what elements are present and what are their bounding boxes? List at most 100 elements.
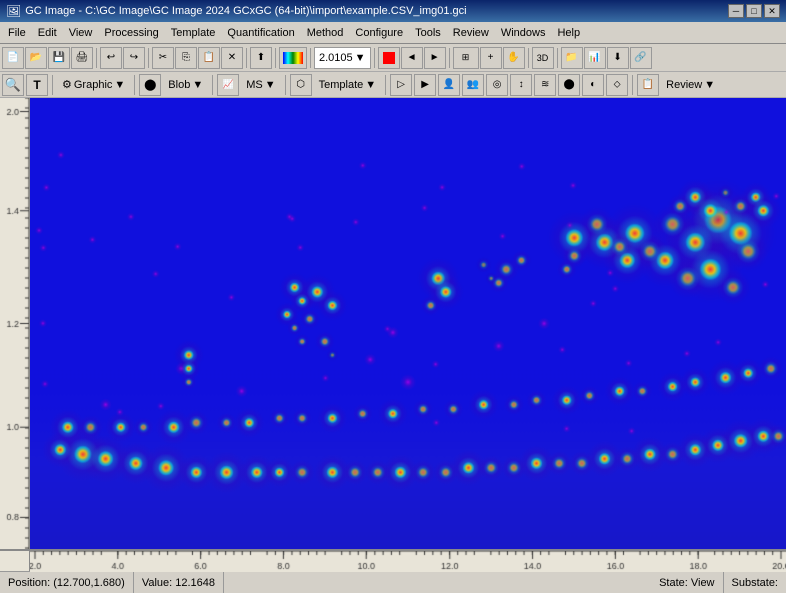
blob-chevron: ▼ xyxy=(192,79,203,91)
delete-button[interactable]: ✕ xyxy=(221,47,243,69)
3d-btn[interactable]: 3D xyxy=(532,47,554,69)
zoom-in-btn[interactable]: + xyxy=(480,47,502,69)
toolbar1: 📄 📂 💾 🖨 ↩ ↪ ✂ ⎘ 📋 ✕ ⬆ 2.0105 ▼ ◄ ► ⊞ + ✋… xyxy=(0,44,786,72)
open-button[interactable]: 📂 xyxy=(25,47,47,69)
action1-btn[interactable]: ▷ xyxy=(390,74,412,96)
menu-file[interactable]: File xyxy=(2,25,32,41)
x-ruler-row xyxy=(0,549,786,571)
ms-label: MS xyxy=(246,79,263,91)
menu-configure[interactable]: Configure xyxy=(349,25,409,41)
state-label: State: View xyxy=(659,577,714,589)
app-icon: 🖼 xyxy=(6,4,21,18)
menu-method[interactable]: Method xyxy=(301,25,350,41)
action3-btn[interactable]: 👤 xyxy=(438,74,460,96)
gc-image-canvas[interactable] xyxy=(30,98,786,549)
blob-icon-btn[interactable]: ⬤ xyxy=(139,74,161,96)
menu-processing[interactable]: Processing xyxy=(98,25,164,41)
template-group-btn[interactable]: Template ▼ xyxy=(314,74,382,96)
red-square-btn[interactable] xyxy=(378,47,400,69)
arrow-left-btn[interactable]: ◄ xyxy=(401,47,423,69)
template-label: Template xyxy=(319,79,364,91)
title-bar: 🖼 GC Image - C:\GC Image\GC Image 2024 G… xyxy=(0,0,786,22)
graphic-chevron: ▼ xyxy=(114,79,125,91)
position-label: Position: (12.700,1.680) xyxy=(8,577,125,589)
action5-btn[interactable]: ◎ xyxy=(486,74,508,96)
folder2-btn[interactable]: 📁 xyxy=(561,47,583,69)
menu-tools[interactable]: Tools xyxy=(409,25,447,41)
ms-group-btn[interactable]: MS ▼ xyxy=(241,74,280,96)
action2-btn[interactable]: ▶ xyxy=(414,74,436,96)
menu-bar: File Edit View Processing Template Quant… xyxy=(0,22,786,44)
undo-button[interactable]: ↩ xyxy=(100,47,122,69)
minimize-button[interactable]: ─ xyxy=(728,4,744,18)
import-button[interactable]: ⬆ xyxy=(250,47,272,69)
redo-button[interactable]: ↪ xyxy=(123,47,145,69)
zoom-fit-btn[interactable]: ⊞ xyxy=(453,47,479,69)
maximize-button[interactable]: □ xyxy=(746,4,762,18)
tsep1 xyxy=(52,75,53,95)
graphic-icon: ⚙ xyxy=(62,78,72,91)
menu-template[interactable]: Template xyxy=(165,25,222,41)
value-label: Value: 12.1648 xyxy=(142,577,215,589)
review-chevron: ▼ xyxy=(704,79,715,91)
color-icon[interactable] xyxy=(279,47,307,69)
action9-btn[interactable]: ◐ xyxy=(582,74,604,96)
review-icon-btn[interactable]: 📋 xyxy=(637,74,659,96)
extra-btn[interactable]: 🔗 xyxy=(630,47,652,69)
menu-edit[interactable]: Edit xyxy=(32,25,63,41)
ruler-corner xyxy=(0,550,30,571)
sep2 xyxy=(148,48,149,68)
title-bar-controls[interactable]: ─ □ ✕ xyxy=(728,4,780,18)
menu-review[interactable]: Review xyxy=(447,25,495,41)
print-button[interactable]: 🖨 xyxy=(71,47,93,69)
ms-chart-btn[interactable]: 📈 xyxy=(217,74,239,96)
tsep5 xyxy=(385,75,386,95)
text-btn[interactable]: T xyxy=(26,74,48,96)
sep6 xyxy=(374,48,375,68)
action4-btn[interactable]: 👥 xyxy=(462,74,484,96)
graphic-group-btn[interactable]: ⚙ Graphic ▼ xyxy=(57,74,130,96)
menu-windows[interactable]: Windows xyxy=(495,25,552,41)
new-button[interactable]: 📄 xyxy=(2,47,24,69)
loupe-btn[interactable]: 🔍 xyxy=(2,74,24,96)
copy-button[interactable]: ⎘ xyxy=(175,47,197,69)
cut-button[interactable]: ✂ xyxy=(152,47,174,69)
y-ruler xyxy=(0,98,30,549)
review-group-btn[interactable]: Review ▼ xyxy=(661,74,720,96)
graphic-label: Graphic xyxy=(74,79,113,91)
tsep3 xyxy=(212,75,213,95)
tsep2 xyxy=(134,75,135,95)
sep4 xyxy=(275,48,276,68)
position-section: Position: (12.700,1.680) xyxy=(0,572,134,593)
toolbar2: 🔍 T ⚙ Graphic ▼ ⬤ Blob ▼ 📈 MS ▼ ⬡ Templa… xyxy=(0,72,786,98)
menu-help[interactable]: Help xyxy=(551,25,586,41)
tsep6 xyxy=(632,75,633,95)
export-btn[interactable]: ⬇ xyxy=(607,47,629,69)
paste-button[interactable]: 📋 xyxy=(198,47,220,69)
title-text: GC Image - C:\GC Image\GC Image 2024 GCx… xyxy=(25,5,466,17)
zoom-dropdown[interactable]: 2.0105 ▼ xyxy=(314,47,371,69)
ms-chevron: ▼ xyxy=(265,79,276,91)
state-section: State: View xyxy=(651,572,723,593)
blob-group-btn[interactable]: Blob ▼ xyxy=(163,74,208,96)
action7-btn[interactable]: ≋ xyxy=(534,74,556,96)
action6-btn[interactable]: ↕ xyxy=(510,74,532,96)
action8-btn[interactable]: ⬤ xyxy=(558,74,580,96)
status-bar: Position: (12.700,1.680) Value: 12.1648 … xyxy=(0,571,786,593)
report-btn[interactable]: 📊 xyxy=(584,47,606,69)
zoom-value: 2.0105 xyxy=(319,52,353,64)
substate-label: Substate: xyxy=(732,577,778,589)
arrow-right-btn[interactable]: ► xyxy=(424,47,446,69)
substate-section: Substate: xyxy=(724,572,786,593)
save-button[interactable]: 💾 xyxy=(48,47,70,69)
x-ruler xyxy=(30,550,786,572)
menu-view[interactable]: View xyxy=(63,25,99,41)
action10-btn[interactable]: ⬦ xyxy=(606,74,628,96)
template-icon-btn[interactable]: ⬡ xyxy=(290,74,312,96)
pan-btn[interactable]: ✋ xyxy=(503,47,525,69)
close-button[interactable]: ✕ xyxy=(764,4,780,18)
plot-area[interactable] xyxy=(30,98,786,549)
sep8 xyxy=(528,48,529,68)
menu-quantification[interactable]: Quantification xyxy=(221,25,300,41)
sep5 xyxy=(310,48,311,68)
